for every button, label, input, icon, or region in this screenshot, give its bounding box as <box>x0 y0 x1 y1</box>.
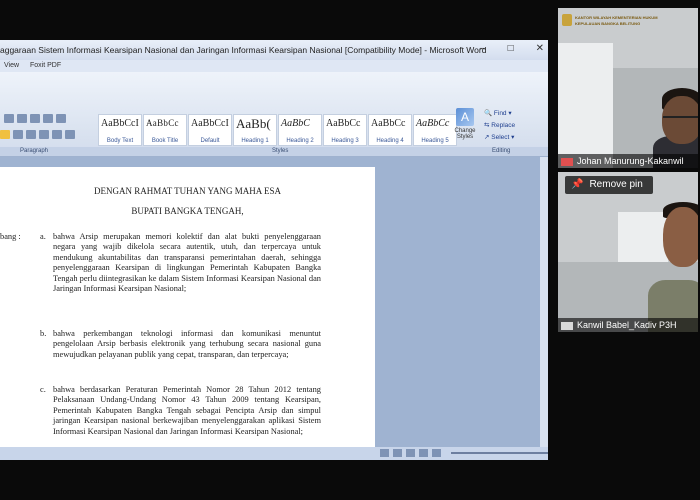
align-center-icon[interactable] <box>13 130 23 139</box>
paragraph-tools <box>0 112 95 146</box>
agency-logo: KANTOR WILAYAH KEMENTERIAN HUKUM KEPULAU… <box>560 10 658 32</box>
document-heading-2: BUPATI BANGKA TENGAH, <box>131 206 244 216</box>
style-heading-3[interactable]: AaBbCc Heading 3 <box>323 114 367 146</box>
ribbon-group-labels: Paragraph Styles Editing <box>0 147 548 156</box>
view-controls <box>380 449 548 457</box>
style-heading-1[interactable]: AaBb( Heading 1 <box>233 114 277 146</box>
style-book-title[interactable]: AaBbCc Book Title <box>143 114 187 146</box>
align-right-icon[interactable] <box>26 130 36 139</box>
bullets-icon[interactable] <box>56 114 66 123</box>
editing-group: 🔍 Find ▾ ⇆ Replace ↗ Select ▾ <box>484 108 515 144</box>
window-controls: – □ ✕ <box>480 43 544 54</box>
participant-tile[interactable]: KANTOR WILAYAH KEMENTERIAN HUKUM KEPULAU… <box>558 8 698 168</box>
change-styles-icon: A <box>456 108 474 126</box>
ribbon-tabs: View Foxit PDF <box>0 60 548 72</box>
participant-name-tag: Johan Manurung-Kakanwil <box>558 154 698 168</box>
word-window: aggaraan Sistem Informasi Kearsipan Nasi… <box>0 40 548 460</box>
remove-pin-button[interactable]: 📌 Remove pin <box>565 176 653 194</box>
window-title: aggaraan Sistem Informasi Kearsipan Nasi… <box>0 45 487 55</box>
tab-foxit-pdf[interactable]: Foxit PDF <box>30 62 61 69</box>
align-left-icon[interactable] <box>0 130 10 139</box>
title-bar: aggaraan Sistem Informasi Kearsipan Nasi… <box>0 40 548 60</box>
document-area: DENGAN RAHMAT TUHAN YANG MAHA ESA BUPATI… <box>0 157 548 447</box>
document-heading-1: DENGAN RAHMAT TUHAN YANG MAHA ESA <box>93 186 282 196</box>
document-page[interactable]: DENGAN RAHMAT TUHAN YANG MAHA ESA BUPATI… <box>0 167 375 447</box>
style-heading-4[interactable]: AaBbCc Heading 4 <box>368 114 412 146</box>
replace-button[interactable]: ⇆ Replace <box>484 120 515 132</box>
full-screen-icon[interactable] <box>393 449 402 457</box>
vertical-scrollbar[interactable] <box>540 157 548 447</box>
tab-view[interactable]: View <box>4 62 19 69</box>
considering-label: bang : <box>0 232 21 241</box>
indent-icon[interactable] <box>43 114 53 123</box>
participant-name-tag: Kanwil Babel_Kadiv P3H <box>558 318 698 332</box>
maximize-button[interactable]: □ <box>508 43 514 54</box>
web-layout-icon[interactable] <box>406 449 415 457</box>
minimize-button[interactable]: – <box>480 43 486 54</box>
participant-tile[interactable]: 📌 Remove pin Kanwil Babel_Kadiv P3H <box>558 172 698 332</box>
group-label-paragraph: Paragraph <box>20 148 49 154</box>
style-body-text[interactable]: AaBbCcI Body Text <box>98 114 142 146</box>
justify-icon[interactable] <box>39 130 49 139</box>
line-spacing-icon[interactable] <box>30 114 40 123</box>
signal-icon <box>561 321 573 330</box>
ribbon: AaBbCcI Body Text AaBbCc Book Title AaBb… <box>0 72 548 157</box>
sort-icon[interactable] <box>4 114 14 123</box>
style-heading-2[interactable]: AaBbC Heading 2 <box>278 114 322 146</box>
draft-icon[interactable] <box>432 449 441 457</box>
emblem-icon <box>562 14 572 26</box>
outline-icon[interactable] <box>419 449 428 457</box>
zoom-slider[interactable] <box>451 452 548 454</box>
select-button[interactable]: ↗ Select ▾ <box>484 132 515 144</box>
muted-mic-icon <box>561 157 573 166</box>
group-label-editing: Editing <box>492 148 511 154</box>
find-button[interactable]: 🔍 Find ▾ <box>484 108 515 120</box>
style-default[interactable]: AaBbCcI Default <box>188 114 232 146</box>
change-styles-button[interactable]: A Change Styles <box>450 108 480 150</box>
borders-icon[interactable] <box>65 130 75 139</box>
shading-icon[interactable] <box>52 130 62 139</box>
pin-icon: 📌 <box>571 179 584 190</box>
close-button[interactable]: ✕ <box>536 43 544 54</box>
show-marks-icon[interactable] <box>17 114 27 123</box>
status-bar <box>0 447 548 460</box>
styles-gallery: AaBbCcI Body Text AaBbCc Book Title AaBb… <box>98 114 457 146</box>
group-label-styles: Styles <box>272 148 289 154</box>
print-layout-icon[interactable] <box>380 449 389 457</box>
